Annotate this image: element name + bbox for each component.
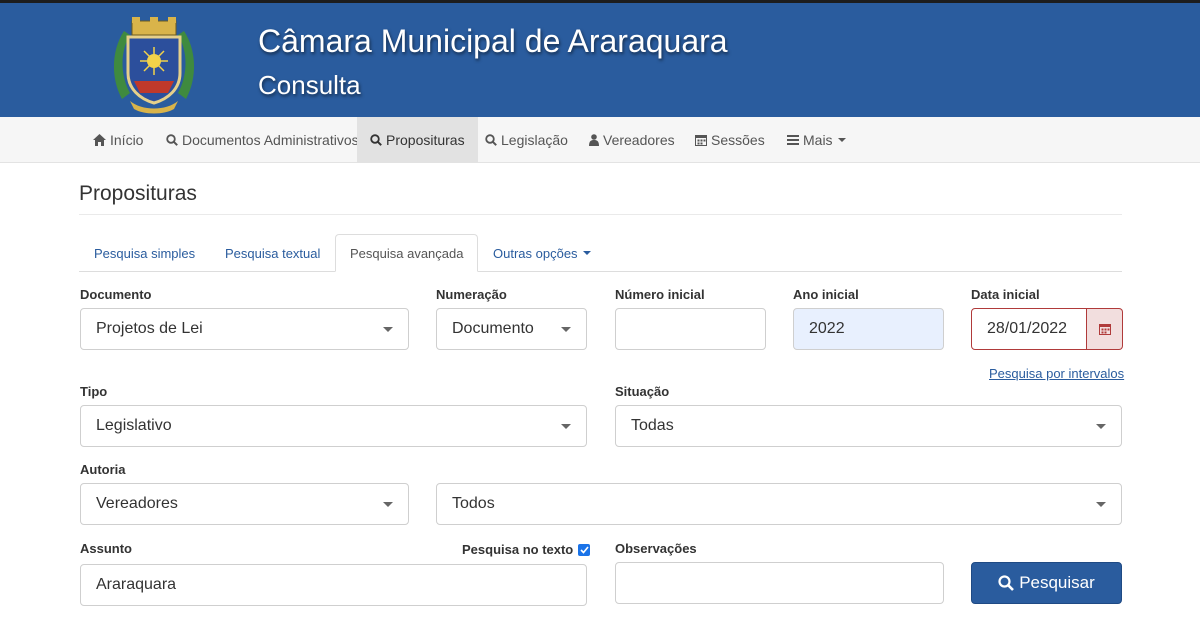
chevron-down-icon xyxy=(837,138,846,142)
numero-inicial-label: Número inicial xyxy=(615,287,705,302)
chevron-down-icon xyxy=(582,251,591,255)
situacao-label: Situação xyxy=(615,384,670,399)
assunto-label: Assunto xyxy=(80,541,132,556)
tab-pesquisa-simples[interactable]: Pesquisa simples xyxy=(80,234,209,272)
documento-label: Documento xyxy=(80,287,152,302)
data-inicial-label: Data inicial xyxy=(971,287,1040,302)
nav-item-label: Documentos Administrativos xyxy=(182,132,359,148)
numeracao-label: Numeração xyxy=(436,287,507,302)
search-icon xyxy=(998,575,1015,591)
page-title: Proposituras xyxy=(79,182,197,205)
tab-label: Outras opções xyxy=(493,245,578,261)
assunto-input[interactable]: Araraquara xyxy=(80,564,587,606)
tab-outras-opcoes[interactable]: Outras opções xyxy=(479,234,605,272)
nav-item-label: Início xyxy=(110,132,144,148)
pesquisar-button[interactable]: Pesquisar xyxy=(971,562,1122,604)
pesquisa-no-texto-checkbox[interactable] xyxy=(578,543,591,556)
menu-icon xyxy=(787,135,799,145)
numeracao-select[interactable]: Documento xyxy=(436,308,587,350)
user-icon xyxy=(589,134,599,146)
calendar-icon xyxy=(695,135,707,146)
tab-pesquisa-avancada[interactable]: Pesquisa avançada xyxy=(335,234,479,272)
documento-value: Projetos de Lei xyxy=(96,320,203,337)
site-subtitle: Consulta xyxy=(258,70,361,100)
autoria-value: Vereadores xyxy=(96,495,178,512)
title-divider xyxy=(79,214,1122,215)
autoria-label: Autoria xyxy=(80,462,126,477)
dropdown-arrow-icon xyxy=(561,327,571,332)
pesquisa-no-texto-toggle[interactable]: Pesquisa no texto xyxy=(462,542,591,557)
nav-item-label: Mais xyxy=(803,132,833,148)
nav-item-proposituras[interactable]: Proposituras xyxy=(357,117,478,163)
autor-value: Todos xyxy=(452,495,495,512)
ano-inicial-input[interactable]: 2022 xyxy=(793,308,944,350)
numero-inicial-input[interactable] xyxy=(615,308,766,350)
site-title: Câmara Municipal de Araraquara xyxy=(258,23,728,59)
home-icon xyxy=(93,134,106,146)
nav-item-label: Vereadores xyxy=(603,132,675,148)
dropdown-arrow-icon xyxy=(1096,502,1106,507)
documento-select[interactable]: Projetos de Lei xyxy=(80,308,409,350)
tipo-value: Legislativo xyxy=(96,417,172,434)
nav-item-vereadores[interactable]: Vereadores xyxy=(576,117,688,163)
site-header: Câmara Municipal de Araraquara Consulta xyxy=(0,0,1200,117)
ano-inicial-label: Ano inicial xyxy=(793,287,859,302)
search-icon xyxy=(166,134,178,146)
numeracao-value: Documento xyxy=(452,320,534,337)
pesquisa-no-texto-label: Pesquisa no texto xyxy=(462,542,574,557)
observacoes-label: Observações xyxy=(615,541,697,556)
main-navbar: Início Documentos Administrativos Propos… xyxy=(0,117,1200,163)
coat-of-arms-icon xyxy=(113,17,195,114)
nav-item-documentos-administrativos[interactable]: Documentos Administrativos xyxy=(153,117,372,163)
observacoes-input[interactable] xyxy=(615,562,944,604)
autoria-select[interactable]: Vereadores xyxy=(80,483,409,525)
dropdown-arrow-icon xyxy=(383,502,393,507)
date-picker-button[interactable] xyxy=(1087,308,1123,350)
situacao-value: Todas xyxy=(631,417,674,434)
pesquisa-por-intervalos-link[interactable]: Pesquisa por intervalos xyxy=(989,366,1124,381)
nav-item-label: Sessões xyxy=(711,132,765,148)
autor-select[interactable]: Todos xyxy=(436,483,1122,525)
nav-item-label: Proposituras xyxy=(386,132,465,148)
nav-item-legislacao[interactable]: Legislação xyxy=(472,117,581,163)
dropdown-arrow-icon xyxy=(1096,424,1106,429)
nav-item-label: Legislação xyxy=(501,132,568,148)
tipo-label: Tipo xyxy=(80,384,108,399)
dropdown-arrow-icon xyxy=(561,424,571,429)
data-inicial-input[interactable]: 28/01/2022 xyxy=(971,308,1087,350)
tipo-select[interactable]: Legislativo xyxy=(80,405,587,447)
situacao-select[interactable]: Todas xyxy=(615,405,1122,447)
dropdown-arrow-icon xyxy=(383,327,393,332)
checkmark-icon xyxy=(580,545,589,554)
search-icon xyxy=(485,134,497,146)
nav-item-inicio[interactable]: Início xyxy=(80,117,156,163)
tab-pesquisa-textual[interactable]: Pesquisa textual xyxy=(211,234,334,272)
nav-item-mais[interactable]: Mais xyxy=(774,117,859,163)
search-icon xyxy=(370,134,382,146)
nav-item-sessoes[interactable]: Sessões xyxy=(682,117,778,163)
pesquisar-label: Pesquisar xyxy=(1019,573,1095,592)
calendar-icon xyxy=(1098,324,1111,335)
